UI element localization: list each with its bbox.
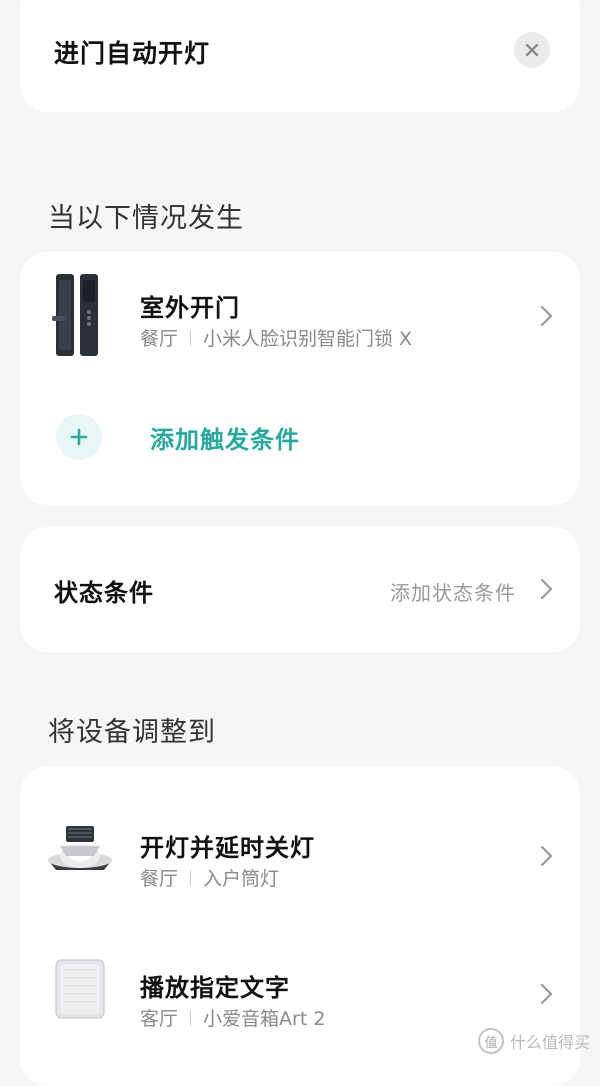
trigger-item-subtitle: 餐厅 小米人脸识别智能门锁 X — [140, 324, 412, 351]
add-trigger-circle[interactable] — [56, 414, 102, 460]
chevron-right-icon — [540, 845, 553, 867]
speaker-icon — [55, 959, 105, 1019]
divider — [190, 329, 192, 346]
watermark-logo: 值 — [477, 1028, 504, 1054]
trigger-item-device: 小米人脸识别智能门锁 X — [203, 328, 413, 350]
action-item-subtitle: 餐厅 入户筒灯 — [140, 864, 279, 891]
action-section-heading: 将设备调整到 — [48, 717, 216, 748]
trigger-item-row[interactable]: 室外开门 餐厅 小米人脸识别智能门锁 X — [20, 252, 580, 382]
chevron-right-icon — [540, 578, 553, 600]
trigger-section-heading: 当以下情况发生 — [48, 203, 244, 234]
add-trigger-label[interactable]: 添加触发条件 — [150, 420, 300, 455]
watermark: 值 什么值得买 — [477, 1028, 590, 1054]
chevron-right-icon — [540, 305, 553, 327]
action-item-device: 入户筒灯 — [203, 868, 280, 890]
door-lock-icon — [52, 274, 98, 356]
trigger-item-title: 室外开门 — [140, 294, 240, 322]
action-item-row[interactable]: 开灯并延时关灯 餐厅 入户筒灯 — [20, 786, 580, 916]
action-item-title: 开灯并延时关灯 — [140, 834, 315, 862]
action-item-room: 餐厅 — [140, 868, 179, 890]
divider — [190, 1009, 192, 1026]
action-item-subtitle: 客厅 小爱音箱Art 2 — [140, 1004, 325, 1031]
chevron-right-icon — [540, 983, 553, 1005]
downlight-icon — [48, 826, 112, 870]
trigger-item-room: 餐厅 — [140, 328, 179, 350]
divider — [190, 869, 192, 886]
watermark-text: 什么值得买 — [509, 1033, 590, 1052]
state-condition-card[interactable]: 状态条件 添加状态条件 — [20, 527, 580, 652]
close-icon — [525, 43, 539, 57]
action-item-device: 小爱音箱Art 2 — [203, 1008, 326, 1030]
plus-icon — [70, 428, 88, 446]
page-title: 进门自动开灯 — [54, 39, 211, 68]
action-item-title: 播放指定文字 — [140, 974, 290, 1002]
add-state-condition-link[interactable]: 添加状态条件 — [390, 577, 516, 606]
trigger-card: 室外开门 餐厅 小米人脸识别智能门锁 X 添加触发条件 — [20, 252, 580, 505]
state-condition-label: 状态条件 — [54, 579, 154, 607]
title-card: 进门自动开灯 — [20, 0, 580, 112]
close-button[interactable] — [514, 32, 550, 68]
action-item-room: 客厅 — [140, 1008, 179, 1030]
